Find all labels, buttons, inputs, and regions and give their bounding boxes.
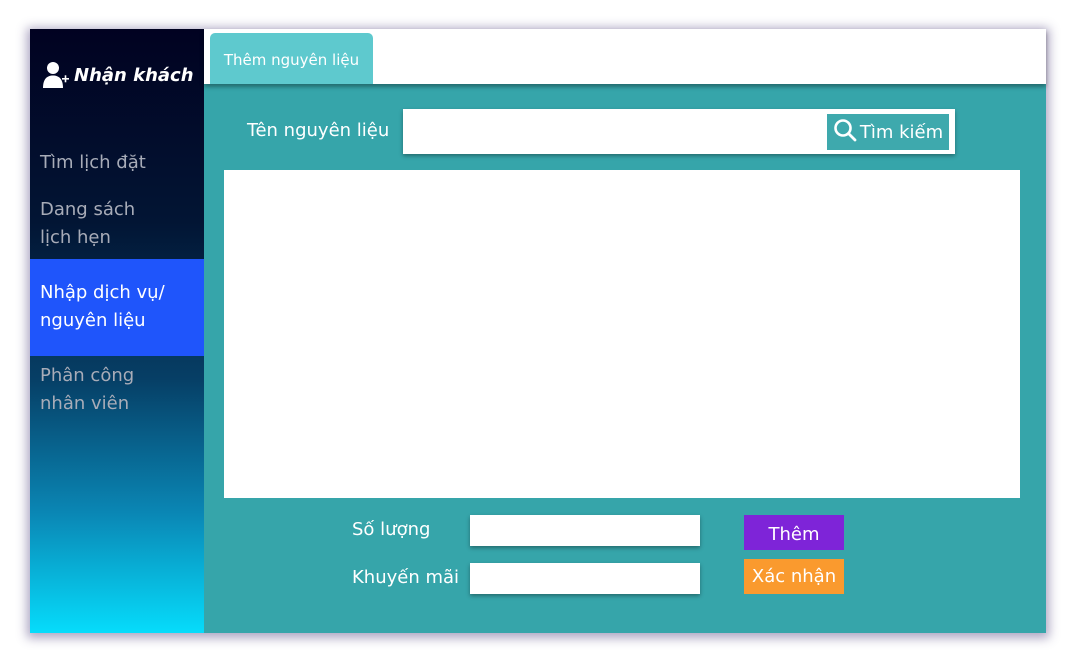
ingredient-search-input[interactable]: [403, 109, 823, 154]
promo-label: Khuyến mãi: [352, 567, 460, 588]
sidebar: Nhận khách Tìm lịch đặt Dang sách lịch h…: [30, 29, 204, 633]
add-user-icon: [42, 60, 70, 90]
ingredient-list-panel[interactable]: [224, 170, 1020, 498]
sidebar-item-find-booking[interactable]: Tìm lịch đặt: [30, 149, 204, 177]
brand[interactable]: Nhận khách: [42, 57, 194, 93]
sidebar-item-staff-assignment[interactable]: Phân công nhân viên: [30, 362, 204, 418]
sidebar-item-label: Dang sách: [40, 199, 136, 220]
search-icon: [833, 118, 857, 147]
quantity-input[interactable]: [470, 515, 700, 546]
promo-input[interactable]: [470, 563, 700, 594]
add-button[interactable]: Thêm: [744, 515, 844, 550]
quantity-label: Số lượng: [352, 519, 431, 540]
app-window: Nhận khách Tìm lịch đặt Dang sách lịch h…: [30, 29, 1046, 633]
sidebar-item-label: Tìm lịch đặt: [40, 152, 146, 173]
search-button[interactable]: Tìm kiếm: [827, 114, 949, 150]
sidebar-item-label: Nhập dịch vụ/: [40, 282, 165, 303]
sidebar-item-label: nhân viên: [40, 393, 130, 414]
tab-bar: Thêm nguyên liệu: [204, 29, 1046, 84]
sidebar-item-label: Phân công: [40, 365, 135, 386]
sidebar-item-label: nguyên liệu: [40, 310, 146, 331]
tab-add-ingredient[interactable]: Thêm nguyên liệu: [210, 33, 373, 84]
ingredient-name-label: Tên nguyên liệu: [247, 120, 390, 141]
brand-label: Nhận khách: [74, 64, 194, 86]
confirm-button[interactable]: Xác nhận: [744, 559, 844, 594]
sidebar-item-import-services[interactable]: Nhập dịch vụ/ nguyên liệu: [30, 259, 204, 356]
sidebar-item-appointment-list[interactable]: Dang sách lịch hẹn: [30, 196, 204, 252]
search-button-label: Tìm kiếm: [859, 121, 944, 143]
sidebar-item-label: lịch hẹn: [40, 227, 111, 248]
